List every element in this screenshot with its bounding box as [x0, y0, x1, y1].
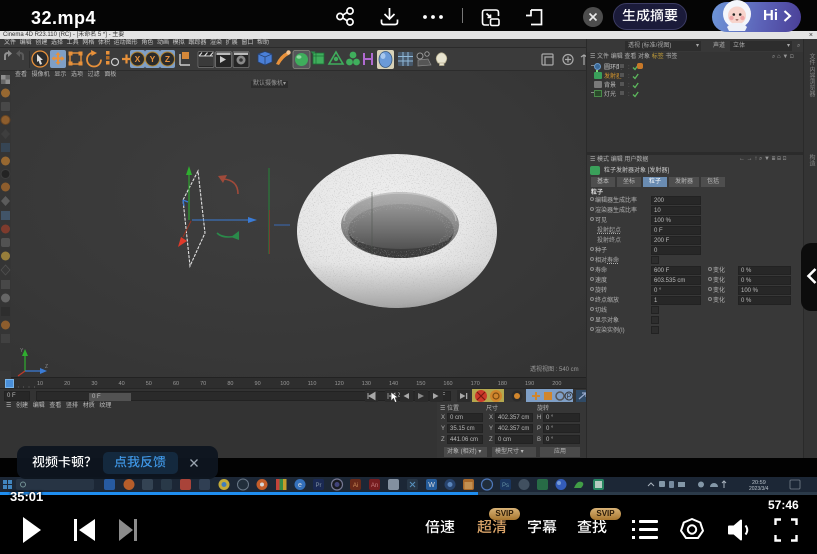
svg-text:170: 170	[471, 381, 480, 387]
svg-text:20: 20	[64, 381, 70, 387]
svg-text:Y: Y	[150, 54, 156, 64]
svg-text:Ai: Ai	[353, 483, 358, 489]
svg-text:90: 90	[255, 381, 261, 387]
svg-text:130: 130	[362, 381, 371, 387]
svg-text:40: 40	[119, 381, 125, 387]
svg-text:140: 140	[389, 381, 398, 387]
svg-text:W: W	[428, 482, 435, 489]
svg-text:P: P	[567, 394, 572, 401]
svg-text:X: X	[135, 54, 141, 64]
svg-text:Pr: Pr	[316, 483, 322, 489]
svg-text:190: 190	[525, 381, 534, 387]
svg-text:80: 80	[227, 381, 233, 387]
svg-text:110: 110	[308, 381, 317, 387]
svg-text:50: 50	[146, 381, 152, 387]
svg-text:e: e	[298, 482, 302, 489]
svg-text:60: 60	[173, 381, 179, 387]
svg-text:70: 70	[200, 381, 206, 387]
svg-text:100: 100	[280, 381, 289, 387]
svg-text:Z: Z	[45, 364, 48, 370]
svg-text:160: 160	[443, 381, 452, 387]
svg-text:Z: Z	[165, 54, 170, 64]
svg-text:Ps: Ps	[502, 483, 509, 489]
svg-text:200: 200	[552, 381, 561, 387]
svg-text:180: 180	[498, 381, 507, 387]
svg-text:透视视图 : 540 cm: 透视视图 : 540 cm	[530, 365, 579, 373]
svg-text:10: 10	[37, 381, 43, 387]
svg-text:An: An	[371, 483, 378, 489]
svg-text:120: 120	[335, 381, 344, 387]
svg-text:30: 30	[91, 381, 97, 387]
svg-text:150: 150	[416, 381, 425, 387]
